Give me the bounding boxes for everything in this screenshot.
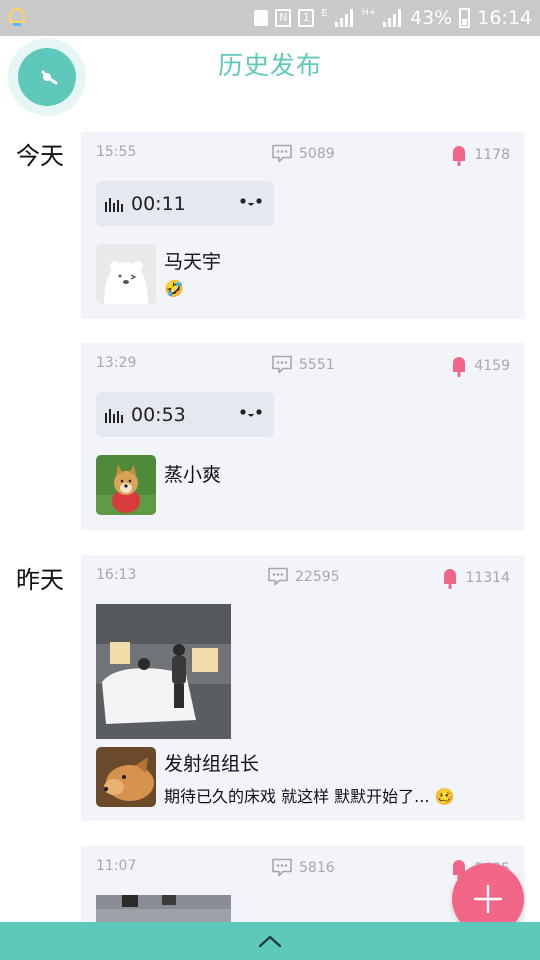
nfc-icon: N <box>275 9 292 27</box>
avatar[interactable] <box>96 455 156 515</box>
post-message: 🤣 <box>164 279 184 298</box>
avatar[interactable] <box>96 747 156 807</box>
like-count: 1178 <box>474 147 510 163</box>
voice-duration: 00:11 <box>131 193 186 215</box>
comment-bubble-icon <box>272 355 292 374</box>
comment-count: 22595 <box>295 568 340 585</box>
comment-count-button[interactable]: 22595 <box>267 567 340 586</box>
post-photo[interactable] <box>96 604 231 739</box>
header: 历史发布 <box>0 36 540 116</box>
post-photo[interactable] <box>96 895 231 922</box>
post-meta: 11:07 5816 5435 <box>96 858 510 880</box>
face-icon <box>240 409 262 417</box>
network-small-label: E <box>321 8 328 19</box>
like-count: 11314 <box>465 570 510 586</box>
post-meta: 13:29 5551 4159 <box>96 355 510 377</box>
popsicle-icon <box>444 569 457 589</box>
post-card[interactable]: 16:13 22595 11314 发射组组长 期待已久的床戏 就这样 默默开始… <box>81 555 525 821</box>
face-icon <box>240 198 262 206</box>
bedroom-photo-image <box>96 604 231 739</box>
like-count: 4159 <box>474 358 510 374</box>
battery-percent: 43% <box>410 7 453 29</box>
network-type-label: H+ <box>361 8 376 18</box>
post-card[interactable]: 13:29 5551 4159 00:53 蒸小爽 <box>81 343 525 530</box>
like-count-button[interactable]: 11314 <box>442 567 510 589</box>
like-count-button[interactable]: 4159 <box>451 355 510 377</box>
post-time: 13:29 <box>96 355 137 371</box>
like-count-button[interactable]: 1178 <box>451 144 510 166</box>
comment-count-button[interactable]: 5089 <box>271 144 335 163</box>
section-label-today: 今天 <box>16 142 64 170</box>
comment-bubble-icon <box>272 144 292 163</box>
sim-icon: 1 <box>298 9 315 27</box>
chevron-up-icon[interactable] <box>0 922 540 960</box>
author-name[interactable]: 发射组组长 <box>164 749 259 776</box>
signal-icon <box>334 9 355 27</box>
comment-bubble-icon <box>268 567 288 586</box>
post-card[interactable]: 15:55 5089 1178 00:11 马天宇 🤣 <box>81 132 525 319</box>
popsicle-icon <box>453 357 466 377</box>
voice-wave-icon <box>105 409 123 423</box>
post-time: 16:13 <box>96 567 137 583</box>
lock-icon <box>254 10 269 26</box>
dog-avatar-image <box>96 747 156 807</box>
voice-duration: 00:53 <box>131 404 186 426</box>
post-time: 11:07 <box>96 858 137 874</box>
status-bar: N 1 E H+ 43% 16:14 <box>0 0 540 36</box>
author-name[interactable]: 马天宇 <box>164 247 221 274</box>
battery-icon <box>459 8 471 28</box>
comment-bubble-icon <box>272 858 292 877</box>
dog-avatar-image <box>96 455 156 515</box>
post-message: 期待已久的床戏 就这样 默默开始了... 🥴 <box>164 787 455 806</box>
post-meta: 16:13 22595 11314 <box>96 567 510 589</box>
page-title: 历史发布 <box>217 51 322 80</box>
popsicle-icon <box>453 146 466 166</box>
post-time: 15:55 <box>96 144 137 160</box>
comment-count-button[interactable]: 5816 <box>271 858 335 877</box>
post-meta: 15:55 5089 1178 <box>96 144 510 166</box>
voice-message-player[interactable]: 00:11 <box>96 181 274 226</box>
comment-count: 5551 <box>299 356 335 373</box>
signal-icon-2 <box>383 9 403 27</box>
comment-count: 5089 <box>299 145 335 162</box>
polar-bear-avatar-image <box>96 244 156 304</box>
bottom-bar[interactable] <box>0 922 540 960</box>
comment-count: 5816 <box>299 859 335 876</box>
author-name[interactable]: 蒸小爽 <box>164 460 221 487</box>
notification-icon <box>9 7 25 26</box>
voice-message-player[interactable]: 00:53 <box>96 392 274 437</box>
avatar[interactable] <box>96 244 156 304</box>
section-label-yesterday: 昨天 <box>16 566 64 594</box>
comment-count-button[interactable]: 5551 <box>271 355 335 374</box>
street-photo-image <box>96 895 231 922</box>
voice-wave-icon <box>105 198 123 212</box>
status-time: 16:14 <box>477 7 532 29</box>
